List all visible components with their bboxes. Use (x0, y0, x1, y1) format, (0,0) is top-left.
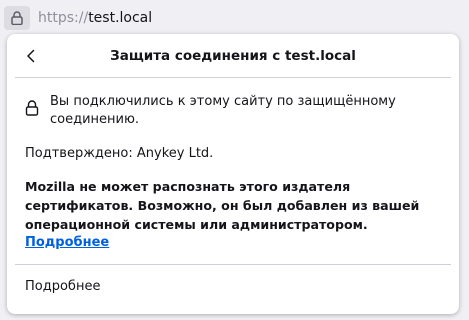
lock-icon (25, 100, 39, 116)
more-information-button[interactable]: Подробнее (7, 265, 459, 309)
secure-connection-text: Вы подключились к этому сайту по защищён… (50, 94, 396, 127)
url-bar: https://test.local (0, 0, 469, 34)
learn-more-link[interactable]: Подробнее (25, 234, 109, 252)
url-scheme: https:// (38, 10, 89, 26)
back-button[interactable] (19, 44, 43, 68)
lock-icon (11, 11, 23, 25)
more-information-label: Подробнее (25, 279, 101, 294)
url-host: test.local (88, 10, 153, 26)
divider (15, 77, 451, 78)
secure-connection-row: Вы подключились к этому сайту по защищён… (25, 93, 445, 129)
verified-by-text: Подтверждено: Anykey Ltd. (25, 146, 214, 161)
panel-header: Защита соединения с test.local (7, 34, 459, 78)
panel-title: Защита соединения с test.local (110, 48, 356, 64)
url-text[interactable]: https://test.local (38, 9, 152, 27)
unknown-issuer-warning: Mozilla не может распознать этого издате… (25, 179, 420, 232)
site-identity-button[interactable] (4, 6, 30, 30)
connection-security-panel: Защита соединения с test.local Вы подклю… (7, 34, 459, 314)
chevron-left-icon (27, 49, 35, 63)
